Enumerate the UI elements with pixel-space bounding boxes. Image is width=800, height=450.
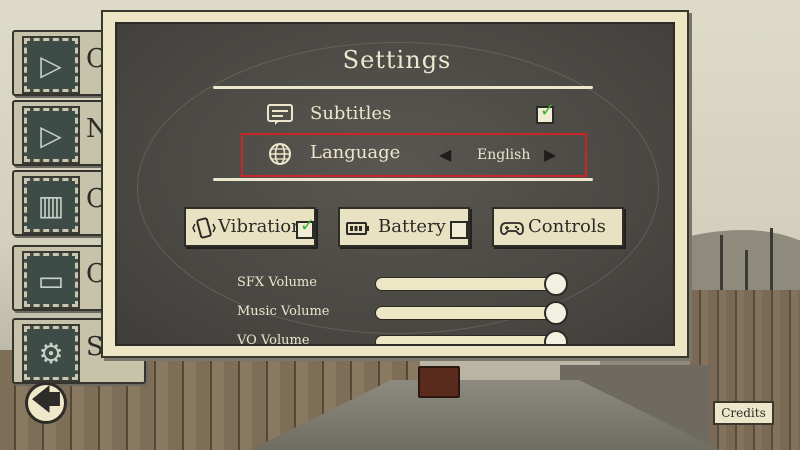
language-prev-arrow[interactable]: ◀ xyxy=(439,145,451,164)
battery-label: Battery xyxy=(378,216,446,237)
sfx-volume-knob[interactable] xyxy=(544,272,568,296)
music-volume-knob[interactable] xyxy=(544,301,568,325)
vo-volume-knob[interactable] xyxy=(544,330,568,344)
play-icon: ▷ xyxy=(22,36,80,94)
subtitles-label: Subtitles xyxy=(310,103,392,124)
battery-icon xyxy=(346,222,369,235)
vibrations-button[interactable]: Vibrations ✓ xyxy=(184,207,316,247)
arrow-left-icon: 🡄 xyxy=(30,382,62,418)
sfx-volume-slider[interactable] xyxy=(375,277,555,291)
music-volume-label: Music Volume xyxy=(237,304,330,319)
folder-icon: ▭ xyxy=(22,251,80,309)
divider-top xyxy=(213,86,593,89)
vibration-icon xyxy=(192,217,216,239)
language-value: English xyxy=(477,147,531,163)
checkmark-icon: ✓ xyxy=(300,215,316,236)
settings-title: Settings xyxy=(342,46,452,74)
controls-label: Controls xyxy=(528,216,606,237)
controls-button[interactable]: Controls xyxy=(492,207,624,247)
music-volume-slider[interactable] xyxy=(375,306,555,320)
settings-panel: Settings Subtitles ✓ Language ◀ English … xyxy=(101,10,689,358)
subtitles-checkbox[interactable]: ✓ xyxy=(536,100,555,124)
vibrations-checkbox[interactable]: ✓ xyxy=(296,215,315,239)
subtitles-icon xyxy=(267,102,293,128)
vo-volume-slider[interactable] xyxy=(375,335,555,344)
language-label: Language xyxy=(310,142,401,163)
books-icon: ▥ xyxy=(22,176,80,234)
divider-bottom xyxy=(213,178,593,181)
globe-icon xyxy=(267,141,293,167)
language-next-arrow[interactable]: ▶ xyxy=(544,145,556,164)
credits-label: Credits xyxy=(721,406,766,420)
credits-button[interactable]: Credits xyxy=(713,401,774,425)
cart xyxy=(418,366,460,398)
sfx-volume-label: SFX Volume xyxy=(237,275,317,290)
gamepad-icon xyxy=(500,222,524,236)
back-button[interactable]: 🡄 xyxy=(25,382,67,424)
battery-button[interactable]: Battery xyxy=(338,207,470,247)
play-icon: ▷ xyxy=(22,106,80,164)
checkmark-icon: ✓ xyxy=(540,100,556,121)
gear-icon: ⚙ xyxy=(22,324,80,382)
vo-volume-label: VO Volume xyxy=(237,333,310,346)
battery-checkbox[interactable] xyxy=(450,221,468,239)
settings-panel-inner: Settings Subtitles ✓ Language ◀ English … xyxy=(115,22,675,346)
